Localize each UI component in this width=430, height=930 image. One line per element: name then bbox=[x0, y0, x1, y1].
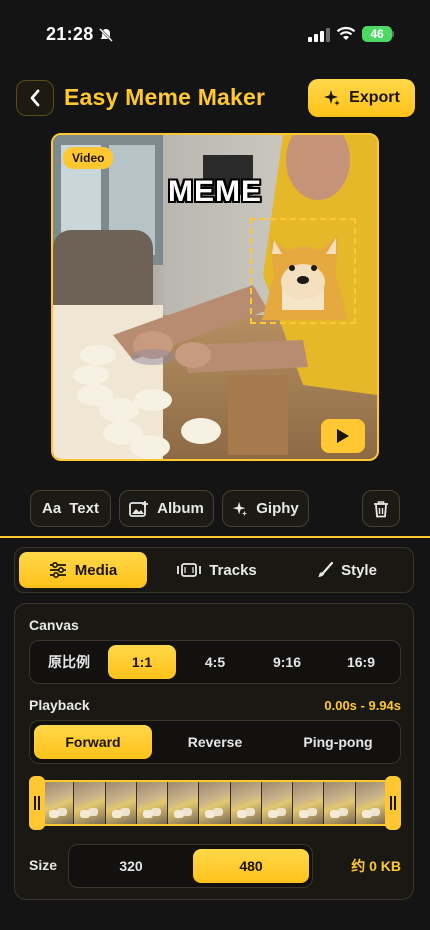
tab-tracks-label: Tracks bbox=[209, 561, 257, 579]
size-option-320[interactable]: 320 bbox=[73, 849, 189, 883]
timeline-frame bbox=[199, 782, 231, 824]
doge-sticker-image bbox=[262, 236, 348, 320]
giphy-label: Giphy bbox=[256, 500, 299, 517]
album-button[interactable]: Album bbox=[119, 490, 214, 527]
playback-reverse[interactable]: Reverse bbox=[156, 725, 274, 759]
playback-label: Playback bbox=[29, 697, 90, 713]
trim-timeline[interactable] bbox=[29, 776, 401, 830]
sparkle-icon bbox=[233, 501, 248, 516]
canvas-option-9-16[interactable]: 9:16 bbox=[252, 645, 322, 679]
tab-tracks[interactable]: Tracks bbox=[153, 552, 281, 588]
battery-nub bbox=[392, 31, 394, 37]
trim-start-handle[interactable] bbox=[29, 776, 45, 830]
album-label: Album bbox=[157, 500, 204, 517]
timeline-frame bbox=[168, 782, 200, 824]
chevron-left-icon bbox=[30, 89, 40, 107]
size-selector: 320 480 bbox=[68, 844, 313, 888]
play-button[interactable] bbox=[321, 419, 365, 453]
canvas-option-original[interactable]: 原比例 bbox=[34, 645, 104, 679]
sliders-icon bbox=[49, 562, 66, 578]
delete-button[interactable] bbox=[362, 490, 400, 527]
playback-direction-selector: Forward Reverse Ping-pong bbox=[29, 720, 401, 764]
trim-end-handle[interactable] bbox=[385, 776, 401, 830]
playback-range: 0.00s - 9.94s bbox=[324, 698, 401, 713]
grip-icon bbox=[34, 796, 40, 810]
timeline-frame bbox=[136, 782, 169, 824]
grip-icon bbox=[390, 796, 396, 810]
media-type-badge: Video bbox=[63, 147, 114, 169]
editor-tabs: Media Tracks Style bbox=[14, 547, 414, 593]
add-text-label: Text bbox=[69, 500, 99, 517]
canvas-option-4-5[interactable]: 4:5 bbox=[180, 645, 250, 679]
size-label: Size bbox=[29, 857, 58, 873]
timeline-frame bbox=[324, 782, 356, 824]
canvas-ratio-selector: 原比例 1:1 4:5 9:16 16:9 bbox=[29, 640, 401, 684]
film-icon bbox=[177, 563, 202, 577]
export-label: Export bbox=[349, 89, 400, 106]
tab-style[interactable]: Style bbox=[285, 552, 409, 588]
wifi-icon bbox=[336, 26, 356, 40]
playback-ping-pong[interactable]: Ping-pong bbox=[278, 725, 398, 759]
brush-icon bbox=[318, 562, 334, 577]
doge-sticker[interactable] bbox=[250, 218, 356, 324]
timeline-frame bbox=[105, 782, 137, 824]
tab-media[interactable]: Media bbox=[19, 552, 147, 588]
play-icon bbox=[337, 429, 349, 443]
timeline-frame bbox=[230, 782, 262, 824]
signal-icon bbox=[308, 28, 330, 42]
giphy-button[interactable]: Giphy bbox=[222, 490, 309, 527]
bell-muted-icon bbox=[99, 28, 113, 42]
canvas-option-1-1[interactable]: 1:1 bbox=[108, 645, 176, 679]
add-text-button[interactable]: Aa Text bbox=[30, 490, 111, 527]
timeline-frame bbox=[261, 782, 294, 824]
section-divider bbox=[0, 536, 430, 538]
photo-add-icon bbox=[129, 500, 149, 517]
media-settings-panel: Canvas 原比例 1:1 4:5 9:16 16:9 Playback 0.… bbox=[14, 603, 414, 900]
timeline-frame bbox=[74, 782, 106, 824]
timeline-frame bbox=[43, 782, 75, 824]
tab-media-label: Media bbox=[74, 561, 118, 579]
status-bar: 21:28 46 bbox=[0, 0, 430, 60]
clock: 21:28 bbox=[46, 24, 94, 44]
timeline-frame bbox=[293, 782, 325, 824]
file-size-estimate: 约 0 KB bbox=[351, 858, 401, 874]
sparkle-icon bbox=[324, 90, 341, 106]
battery-level: 46 bbox=[370, 27, 384, 41]
timeline-frame bbox=[355, 782, 387, 824]
page-title: Easy Meme Maker bbox=[64, 84, 266, 110]
meme-caption-text[interactable]: MEME bbox=[53, 175, 377, 209]
size-option-480[interactable]: 480 bbox=[193, 849, 309, 883]
timeline-frames bbox=[43, 780, 387, 826]
export-button[interactable]: Export bbox=[308, 79, 415, 117]
canvas-option-16-9[interactable]: 16:9 bbox=[326, 645, 396, 679]
battery-indicator: 46 bbox=[362, 26, 392, 42]
back-button[interactable] bbox=[16, 80, 54, 116]
trash-icon bbox=[374, 500, 388, 517]
playback-forward[interactable]: Forward bbox=[34, 725, 152, 759]
text-icon: Aa bbox=[42, 500, 62, 517]
canvas-label: Canvas bbox=[29, 617, 79, 633]
video-preview[interactable]: Video MEME bbox=[51, 133, 379, 461]
tab-style-label: Style bbox=[341, 561, 377, 579]
